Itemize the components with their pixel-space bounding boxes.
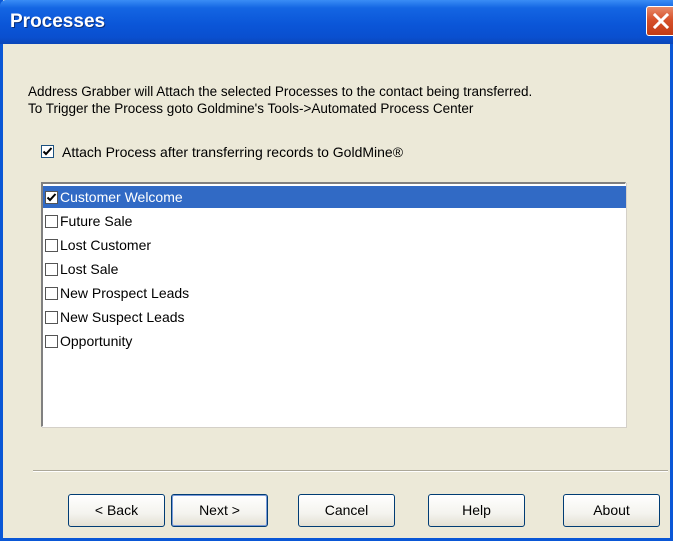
item-label: Lost Sale — [60, 261, 119, 277]
attach-process-label: Attach Process after transferring record… — [62, 144, 404, 160]
item-label: New Prospect Leads — [60, 285, 190, 301]
item-label: New Suspect Leads — [60, 309, 185, 325]
list-item[interactable]: New Suspect Leads — [43, 306, 626, 328]
back-button[interactable]: < Back — [68, 494, 165, 527]
item-checkbox[interactable] — [45, 311, 58, 324]
instructions-text: Address Grabber will Attach the selected… — [28, 83, 668, 117]
item-label: Lost Customer — [60, 237, 152, 253]
item-checkbox[interactable] — [45, 191, 58, 204]
checkmark-icon — [46, 193, 57, 202]
item-label: Opportunity — [60, 333, 133, 349]
item-label: Future Sale — [60, 213, 133, 229]
item-checkbox[interactable] — [45, 215, 58, 228]
cancel-button[interactable]: Cancel — [298, 494, 395, 527]
checkmark-icon — [42, 147, 53, 156]
item-checkbox[interactable] — [45, 335, 58, 348]
list-item[interactable]: Opportunity — [43, 330, 626, 352]
separator — [33, 470, 668, 472]
list-item[interactable]: Future Sale — [43, 210, 626, 232]
processes-dialog: Processes Address Grabber will Attach th… — [0, 0, 673, 541]
item-checkbox[interactable] — [45, 239, 58, 252]
process-listbox[interactable]: Customer Welcome Future Sale Lost Custom… — [41, 182, 626, 427]
list-item[interactable]: Lost Customer — [43, 234, 626, 256]
close-button[interactable] — [646, 6, 673, 36]
attach-process-checkbox-box[interactable] — [41, 145, 54, 158]
help-button[interactable]: Help — [428, 494, 525, 527]
item-label: Customer Welcome — [60, 189, 183, 205]
title-bar[interactable]: Processes — [0, 0, 673, 44]
instructions-line-1: Address Grabber will Attach the selected… — [28, 84, 533, 99]
about-button[interactable]: About — [563, 494, 660, 527]
list-item[interactable]: Lost Sale — [43, 258, 626, 280]
instructions-line-2: To Trigger the Process goto Goldmine's T… — [28, 101, 474, 116]
window-title: Processes — [10, 11, 106, 32]
list-item[interactable]: Customer Welcome — [43, 186, 626, 208]
next-button[interactable]: Next > — [171, 494, 268, 527]
item-checkbox[interactable] — [45, 287, 58, 300]
item-checkbox[interactable] — [45, 263, 58, 276]
close-icon — [653, 13, 669, 29]
list-item[interactable]: New Prospect Leads — [43, 282, 626, 304]
